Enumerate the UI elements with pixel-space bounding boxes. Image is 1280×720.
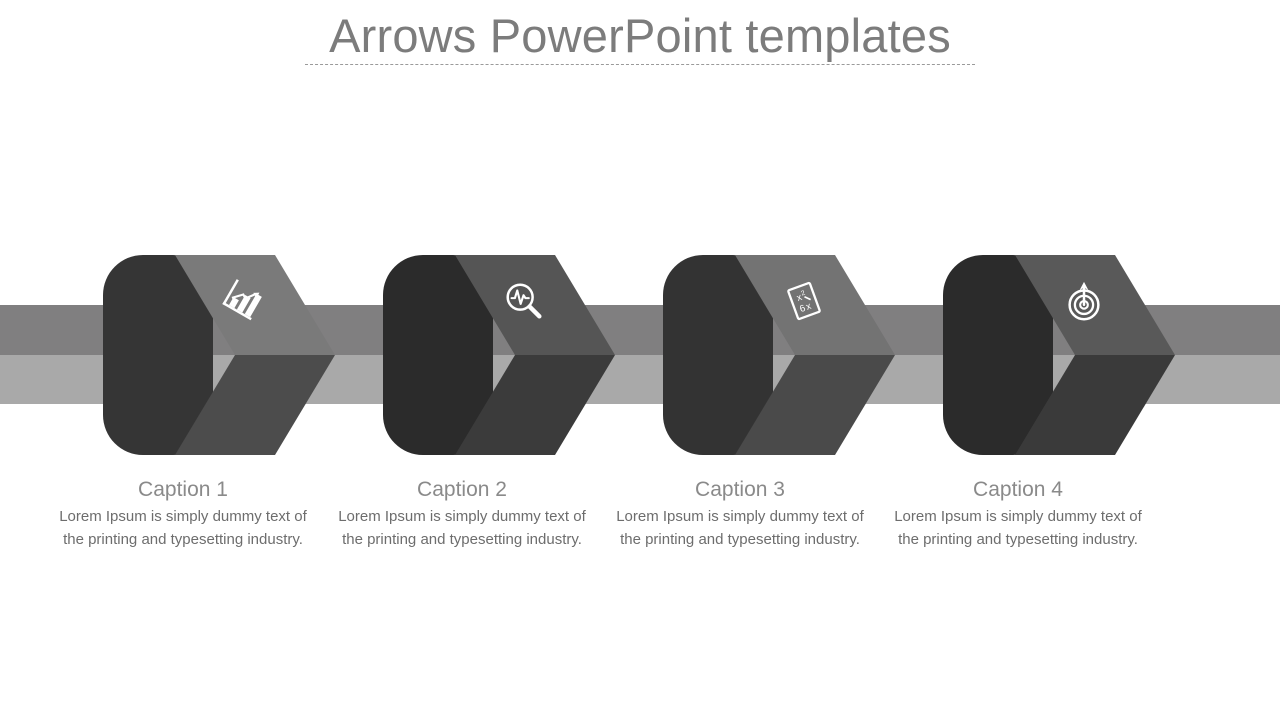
caption-block-4: Caption 4 Lorem Ipsum is simply dummy te… [888, 476, 1148, 551]
caption-title-1: Caption 1 [138, 478, 228, 501]
caption-body-4: Lorem Ipsum is simply dummy text of the … [894, 508, 1142, 548]
arrow-step-4[interactable] [943, 255, 1243, 455]
caption-block-3: Caption 3 Lorem Ipsum is simply dummy te… [610, 476, 870, 551]
caption-block-2: Caption 2 Lorem Ipsum is simply dummy te… [332, 476, 592, 551]
arrow-step-3[interactable]: x 2 6 x [663, 255, 963, 455]
caption-block-1: Caption 1 Lorem Ipsum is simply dummy te… [53, 476, 313, 551]
page-title: Arrows PowerPoint templates [329, 9, 951, 62]
caption-title-3: Caption 3 [695, 478, 785, 501]
caption-body-1: Lorem Ipsum is simply dummy text of the … [59, 508, 307, 548]
formula-document-icon: x 2 6 x [781, 278, 827, 324]
caption-body-2: Lorem Ipsum is simply dummy text of the … [338, 508, 586, 548]
magnifier-pulse-icon [501, 278, 547, 324]
arrow-step-1[interactable] [103, 255, 403, 455]
caption-body-3: Lorem Ipsum is simply dummy text of the … [616, 508, 864, 548]
caption-title-2: Caption 2 [417, 478, 507, 501]
title-block: Arrows PowerPoint templates [0, 8, 1280, 64]
arrow-step-2[interactable] [383, 255, 683, 455]
target-dart-icon [1061, 278, 1107, 324]
caption-title-4: Caption 4 [973, 478, 1063, 501]
bar-chart-growth-icon [221, 278, 267, 324]
title-divider [305, 64, 975, 65]
slide-canvas: Arrows PowerPoint templates x 2 6 x Capt… [0, 0, 1280, 720]
